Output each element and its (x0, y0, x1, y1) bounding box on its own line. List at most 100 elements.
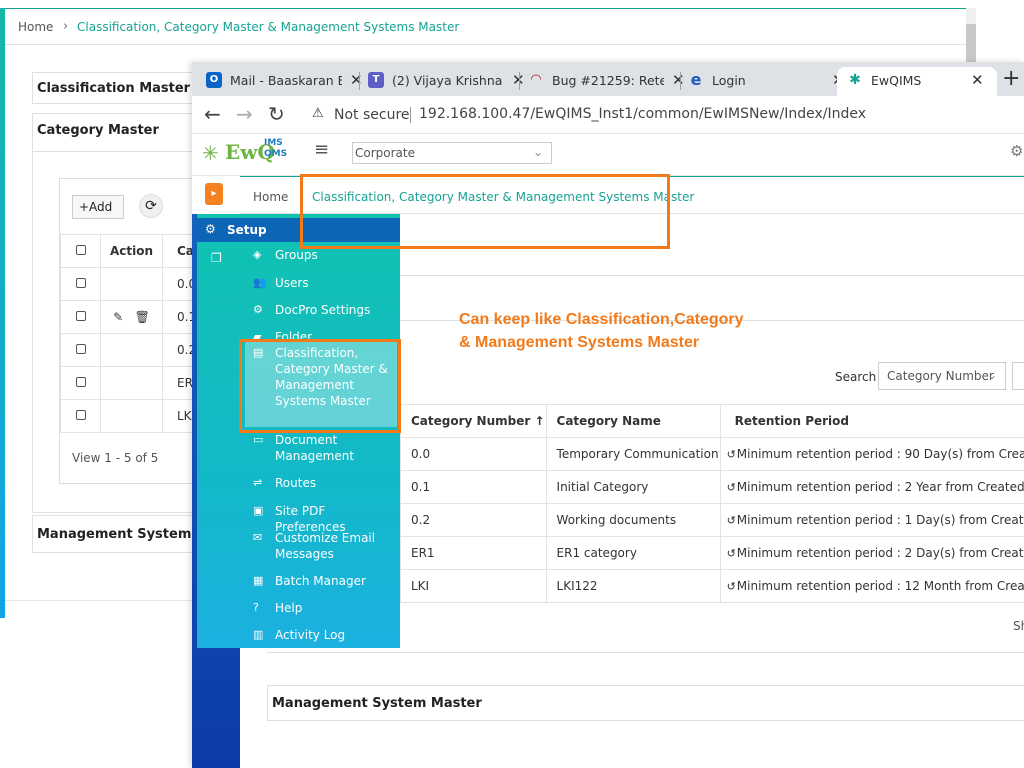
panel-title: Classification Master (37, 81, 191, 96)
menu-item-routes[interactable]: ⇌ Routes (253, 475, 393, 491)
menu-item-users[interactable]: 👥 Users (253, 275, 393, 291)
address-divider (410, 107, 411, 123)
annotation-line: & Management Systems Master (459, 334, 700, 351)
forward-arrow-icon[interactable]: → (236, 102, 253, 126)
menu-item-customize-email[interactable]: ✉ Customize Email Messages (253, 530, 393, 562)
tab-label: Bug #21259: Rete (552, 73, 664, 88)
history-icon: ↺ (726, 481, 736, 494)
edit-pencil-icon[interactable]: ✎ (113, 310, 123, 324)
tab-divider (680, 72, 681, 90)
tab-divider (359, 72, 360, 90)
search-input[interactable] (1012, 362, 1024, 390)
back-arrow-icon[interactable]: ← (204, 102, 221, 126)
column-header-category-name[interactable]: Category Name (545, 404, 721, 438)
table-row[interactable]: LKI (60, 399, 202, 433)
users-icon: 👥 (253, 276, 267, 289)
menu-item-docpro-settings[interactable]: ⚙ DocPro Settings (253, 302, 393, 318)
menu-item-folder-management[interactable]: ▰Folder Management (253, 329, 393, 339)
divider (5, 600, 195, 601)
panel-title: Management System Ma (37, 527, 218, 542)
table-row[interactable]: LKI LKI122 ↺Minimum retention period : 1… (400, 569, 1024, 603)
background-scrollbar-thumb[interactable] (966, 24, 976, 64)
document-app-icon[interactable]: ▸ (205, 183, 223, 205)
browser-toolbar: ← → ↻ ⚠ Not secure 192.168.100.47/EwQIMS… (192, 96, 1024, 134)
tab-label: (2) Vijaya Krishna (392, 73, 503, 88)
row-checkbox[interactable] (60, 300, 101, 334)
table-row[interactable]: 0.2 (60, 333, 202, 367)
annotation-highlight-breadcrumb (300, 174, 670, 249)
gears-icon: ⚙ (205, 222, 216, 236)
annotation-note: Can keep like Classification,Category & … (459, 308, 744, 354)
background-accent-strip (0, 8, 5, 618)
column-header-retention[interactable]: Retention Period (719, 404, 1024, 438)
table-row[interactable]: ER1 (60, 366, 202, 400)
cell-category-number: 0.2 (400, 503, 547, 537)
chevron-down-icon: ⌄ (532, 145, 543, 159)
table-row[interactable]: 0.0 (60, 267, 202, 301)
table-row[interactable]: 0.1 Initial Category ↺Minimum retention … (400, 470, 1024, 504)
menu-item-document-management[interactable]: ▭ Document Management (253, 432, 393, 464)
pdf-icon: ▣ (253, 504, 264, 517)
table-header-row: Action Ca (60, 234, 202, 268)
category-table: Category Number ↑ Category Name Retentio… (400, 404, 1024, 603)
select-all-checkbox[interactable] (60, 234, 101, 268)
tab-mail[interactable]: O Mail - Baaskaran E ✕ (204, 67, 363, 96)
cell-category-name: LKI122 (545, 569, 721, 603)
refresh-icon[interactable]: ⟳ (139, 194, 163, 218)
annotation-highlight-menu-item (239, 339, 401, 433)
row-checkbox[interactable] (60, 267, 101, 301)
close-icon[interactable]: ✕ (672, 71, 685, 89)
table-row[interactable]: 0.0 Temporary Communication ↺Minimum ret… (400, 437, 1024, 471)
tab-strip: O Mail - Baaskaran E ✕ T (2) Vijaya Kris… (192, 62, 1024, 96)
menu-item-activity-log[interactable]: ▥ Activity Log (253, 627, 393, 643)
layers-icon: ◈ (253, 248, 262, 261)
organization-select[interactable]: Corporate ⌄ (352, 142, 552, 164)
table-row[interactable]: 0.2 Working documents ↺Minimum retention… (400, 503, 1024, 537)
row-checkbox[interactable] (60, 399, 101, 433)
breadcrumb-home[interactable]: Home (253, 190, 288, 204)
table-row[interactable]: ✎ 🗑 0.1 (60, 300, 202, 334)
column-header-category-number[interactable]: Category Number ↑ (400, 404, 547, 438)
new-tab-plus-icon[interactable]: + (1002, 66, 1020, 91)
row-actions: ✎ 🗑 (100, 300, 163, 334)
tab-login[interactable]: e Login ✕ (686, 67, 845, 96)
cell-category-name: Temporary Communication (545, 437, 721, 471)
menu-item-groups[interactable]: ◈ Groups (253, 247, 393, 263)
row-checkbox[interactable] (60, 366, 101, 400)
close-icon[interactable]: ✕ (350, 71, 363, 89)
cell-category-name: Initial Category (545, 470, 721, 504)
add-button[interactable]: +Add (72, 195, 124, 219)
management-system-panel[interactable]: Management System Master (267, 685, 1024, 721)
background-breadcrumb: Home › Classification, Category Master &… (5, 9, 975, 45)
search-label: Search (835, 370, 877, 384)
copy-icon[interactable]: ❐ (211, 251, 222, 265)
cell-category-name: Working documents (545, 503, 721, 537)
tab-ewqims[interactable]: ✱ EwQIMS ✕ (837, 67, 997, 96)
log-icon: ▥ (253, 628, 264, 641)
outlook-icon: O (206, 72, 222, 88)
tab-bug[interactable]: ◠ Bug #21259: Rete ✕ (526, 67, 685, 96)
tab-teams[interactable]: T (2) Vijaya Krishna ✕ (366, 67, 525, 96)
logo-ims-text: IMS (264, 138, 283, 148)
row-checkbox[interactable] (60, 333, 101, 367)
cell-category-number: LKI (400, 569, 547, 603)
security-status[interactable]: Not secure (334, 107, 410, 123)
menu-item-help[interactable]: ? Help (253, 600, 393, 616)
search-field-select[interactable]: Category Number ⌄ (878, 362, 1006, 390)
background-breadcrumb-home[interactable]: Home (18, 20, 53, 34)
settings-gear-icon[interactable]: ⚙ (1010, 142, 1023, 160)
history-icon: ↺ (726, 580, 736, 593)
table-row[interactable]: ER1 ER1 category ↺Minimum retention peri… (400, 536, 1024, 570)
address-bar-url[interactable]: 192.168.100.47/EwQIMS_Inst1/common/EwIMS… (419, 106, 866, 122)
hamburger-menu-icon[interactable]: ≡ (314, 139, 329, 160)
trash-icon[interactable]: 🗑 (135, 310, 150, 324)
close-icon[interactable]: ✕ (971, 71, 984, 89)
menu-item-batch-manager[interactable]: ▦ Batch Manager (253, 573, 393, 589)
reload-icon[interactable]: ↻ (268, 102, 285, 126)
warning-triangle-icon[interactable]: ⚠ (312, 106, 324, 121)
gear-icon: ⚙ (253, 303, 263, 316)
teams-icon: T (368, 72, 384, 88)
document-icon: ▭ (253, 433, 264, 446)
history-icon: ↺ (726, 547, 736, 560)
folder-icon: ▰ (253, 330, 262, 339)
